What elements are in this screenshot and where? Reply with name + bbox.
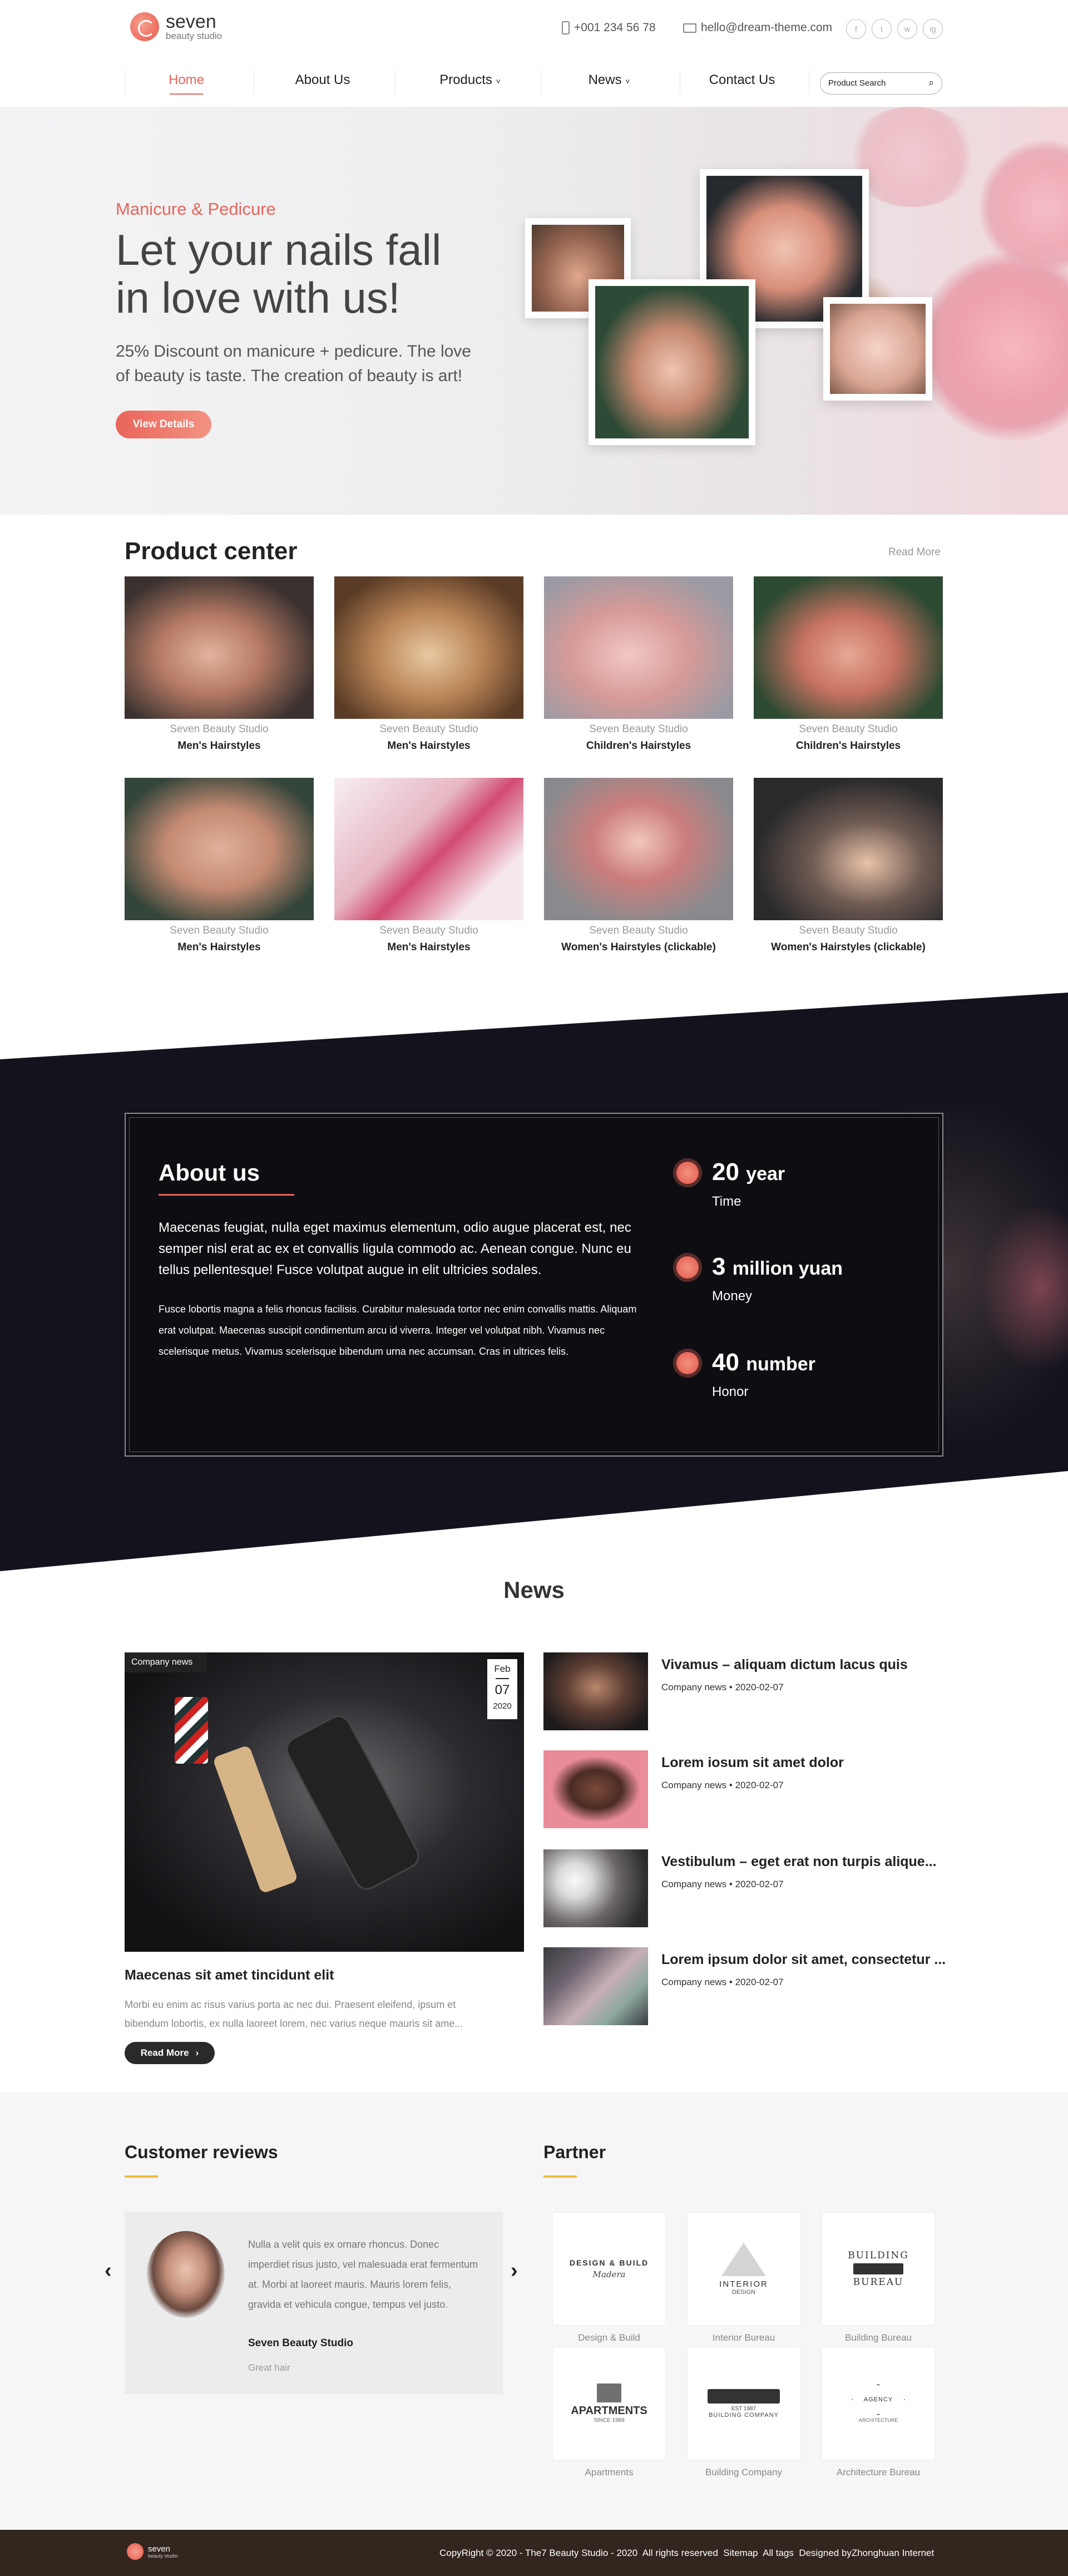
section-title-partners: Partner — [543, 2142, 606, 2162]
partner-logo[interactable]: DESIGN & BUILD Madera — [552, 2212, 666, 2326]
about-body: Fusce lobortis magna a felis rhoncus fac… — [159, 1304, 637, 1357]
twitter-icon[interactable]: t — [872, 19, 892, 39]
chevron-down-icon: ˅ — [496, 77, 501, 86]
hero-photo-3 — [589, 279, 755, 445]
email-address: hello@dream-theme.com — [701, 21, 833, 34]
email-contact[interactable]: hello@dream-theme.com — [683, 21, 832, 34]
partner-name: Building Company — [705, 2467, 782, 2478]
featured-news-excerpt: Morbi eu enim ac risus varius porta ac n… — [125, 1999, 463, 2029]
title-underline — [125, 2175, 158, 2178]
hero-title: Let your nails fall in love with us! — [116, 225, 442, 322]
product-card[interactable]: Seven Beauty Studio Men's Hairstyles — [334, 576, 523, 752]
social-links: f t w ig — [846, 19, 943, 39]
partner-logo[interactable]: INTERIOR DESIGN — [687, 2212, 800, 2326]
document-icon — [673, 1349, 702, 1378]
designed-by-text: Designed byZhonghuan Internet — [799, 2548, 934, 2558]
review-text: Nulla a velit quis ex ornare rhoncus. Do… — [248, 2239, 478, 2310]
footer-logo[interactable]: seven beauty studio — [127, 2543, 178, 2560]
hero-photo-4 — [823, 297, 932, 401]
section-title-news: News — [503, 1577, 565, 1603]
partner-name: Building Bureau — [844, 2332, 912, 2343]
phone-icon — [562, 21, 570, 34]
chevron-left-icon[interactable]: ‹ — [105, 2259, 112, 2283]
stat-honor: 40 number Honor — [673, 1349, 815, 1400]
partner-logo[interactable]: BUILDING BUREAU — [822, 2212, 935, 2326]
title-underline — [159, 1194, 294, 1196]
partner-logo[interactable]: AGENCY ARCHITECTURE — [822, 2347, 935, 2460]
section-title-about: About us — [159, 1159, 260, 1186]
logo[interactable]: seven beauty studio — [130, 12, 222, 41]
logo-name: seven — [166, 11, 216, 32]
hero-banner: Manicure & Pedicure Let your nails fall … — [0, 107, 1068, 515]
logo-mark-icon — [130, 12, 159, 41]
nav-news[interactable]: News ˅ — [548, 72, 670, 88]
logo-mark-icon — [127, 2543, 144, 2560]
partner-logo[interactable]: EST 1987 BUILDING COMPANY — [687, 2347, 800, 2460]
phone-number: +001 234 56 78 — [574, 21, 656, 34]
product-card[interactable]: Seven Beauty Studio Men's Hairstyles — [125, 778, 314, 954]
site-footer: seven beauty studio CopyRight © 2020 - Th… — [0, 2530, 1068, 2576]
featured-news-image[interactable] — [125, 1652, 524, 1952]
news-item[interactable]: Lorem ipsum dolor sit amet, consectetur … — [543, 1947, 951, 2025]
sitemap-link[interactable]: Sitemap — [723, 2548, 758, 2558]
stat-time: 20 year Time — [673, 1158, 785, 1210]
nav-home[interactable]: Home — [125, 72, 248, 95]
stat-money: 3 million yuan Money — [673, 1253, 843, 1304]
nav-contact-us[interactable]: Contact Us — [681, 72, 803, 88]
all-tags-link[interactable]: All tags — [763, 2548, 794, 2558]
partner-name: Design & Build — [578, 2332, 640, 2343]
reviewer-avatar — [147, 2231, 225, 2318]
news-date-badge: Feb 07 2020 — [487, 1659, 517, 1719]
reviews-partners-section: Customer reviews Nulla a velit quis ex o… — [0, 2092, 1068, 2530]
review-author: Seven Beauty Studio — [248, 2337, 353, 2349]
section-title-reviews: Customer reviews — [125, 2142, 278, 2162]
search-placeholder: Product Search — [828, 78, 886, 88]
view-details-button[interactable]: View Details — [116, 411, 211, 438]
nav-about-us[interactable]: About Us — [261, 72, 384, 88]
product-card[interactable]: Seven Beauty Studio Men's Hairstyles — [334, 778, 523, 954]
product-card[interactable]: Seven Beauty Studio Men's Hairstyles — [125, 576, 314, 752]
about-lead: Maecenas feugiat, nulla eget maximus ele… — [159, 1220, 631, 1277]
chevron-down-icon: ˅ — [625, 77, 630, 86]
hero-kicker: Manicure & Pedicure — [116, 199, 276, 219]
title-underline — [543, 2175, 577, 2178]
search-input[interactable]: Product Search ⌕ — [820, 72, 942, 95]
product-card[interactable]: Seven Beauty Studio Women's Hairstyles (c… — [544, 778, 733, 954]
partner-logo[interactable]: APARTMENTS SINCE 1989 — [552, 2347, 666, 2460]
news-category-tag: Company news — [125, 1652, 207, 1672]
partner-name: Architecture Bureau — [836, 2467, 921, 2478]
wechat-icon[interactable]: w — [897, 19, 917, 39]
news-item[interactable]: Vestibulum – eget erat non turpis alique… — [543, 1849, 951, 1927]
section-title-products: Product center — [125, 537, 298, 565]
read-more-button[interactable]: Read More › — [125, 2042, 215, 2064]
mail-icon — [683, 23, 696, 33]
product-card[interactable]: Seven Beauty Studio Women's Hairstyles (c… — [754, 778, 943, 954]
review-role: Great hair — [248, 2362, 290, 2373]
about-section: About us Maecenas feugiat, nulla eget ma… — [0, 993, 1068, 1571]
product-card[interactable]: Seven Beauty Studio Children's Hairstyles — [754, 576, 943, 752]
clock-icon — [673, 1158, 702, 1187]
chevron-right-icon[interactable]: › — [511, 2259, 518, 2283]
logo-sub: beauty studio — [166, 31, 222, 41]
chevron-right-icon: › — [195, 2047, 199, 2058]
featured-news-title[interactable]: Maecenas sit amet tincidunt elit — [125, 1967, 334, 1983]
products-read-more-link[interactable]: Read More — [888, 546, 941, 559]
footer-links: CopyRight © 2020 - The7 Beauty Studio - … — [439, 2548, 934, 2559]
copyright-text: CopyRight © 2020 - The7 Beauty Studio - … — [439, 2548, 718, 2558]
search-icon[interactable]: ⌕ — [928, 77, 934, 88]
instagram-icon[interactable]: ig — [923, 19, 943, 39]
site-header: seven beauty studio +001 234 56 78 hello… — [0, 0, 1068, 107]
facebook-icon[interactable]: f — [846, 19, 866, 39]
hero-description: 25% Discount on manicure + pedicure. The… — [116, 342, 471, 385]
partner-name: Interior Bureau — [712, 2332, 775, 2343]
partner-name: Apartments — [585, 2467, 634, 2478]
product-card[interactable]: Seven Beauty Studio Children's Hairstyles — [544, 576, 733, 752]
news-item[interactable]: Lorem iosum sit amet dolor Company news •… — [543, 1750, 951, 1828]
coin-icon — [673, 1253, 702, 1282]
nav-products[interactable]: Products ˅ — [409, 72, 531, 88]
phone-contact[interactable]: +001 234 56 78 — [562, 21, 656, 34]
news-item[interactable]: Vivamus – aliquam dictum lacus quis Compa… — [543, 1652, 951, 1730]
